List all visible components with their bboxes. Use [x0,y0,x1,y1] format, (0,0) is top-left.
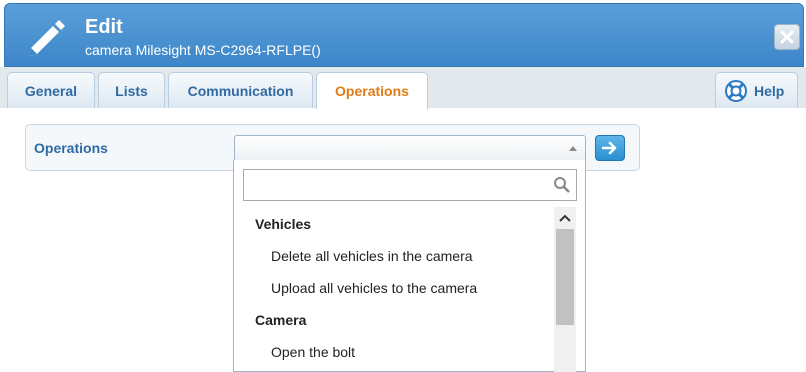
execute-button[interactable] [595,135,625,161]
dropdown-scrollbar[interactable] [554,207,576,372]
operations-select[interactable] [234,135,586,161]
option-upload-vehicles[interactable]: Upload all vehicles to the camera [234,272,554,304]
option-delete-vehicles[interactable]: Delete all vehicles in the camera [234,240,554,272]
close-icon [780,30,794,44]
chevron-up-icon [559,214,571,222]
tab-bar: General Lists Communication Operations H… [0,67,806,109]
group-header-vehicles: Vehicles [255,216,312,232]
group-header-camera: Camera [255,312,307,328]
tab-general[interactable]: General [7,72,95,108]
tab-operations[interactable]: Operations [316,72,428,109]
close-button[interactable] [774,24,800,50]
tab-communication[interactable]: Communication [168,72,313,108]
dialog-subtitle: camera Milesight MS-C2964-RFLPE() [85,42,321,58]
arrow-right-icon [602,141,617,155]
option-open-bolt[interactable]: Open the bolt [234,336,554,368]
dialog-title: Edit [85,16,123,38]
help-label: Help [754,82,785,99]
operations-label: Operations [34,140,108,156]
pencil-icon [29,20,65,56]
scroll-up-button[interactable] [554,207,576,229]
help-button[interactable]: Help [715,72,798,108]
tab-lists[interactable]: Lists [98,72,165,108]
caret-up-icon [569,146,577,151]
scrollbar-thumb[interactable] [556,229,574,325]
dialog-header: Edit camera Milesight MS-C2964-RFLPE() [4,3,804,67]
lifebuoy-icon [725,79,747,102]
operations-dropdown: Vehicles Delete all vehicles in the came… [233,160,586,372]
dropdown-search-input[interactable] [243,169,577,201]
dropdown-list: Vehicles Delete all vehicles in the came… [234,208,554,368]
search-icon [554,177,570,193]
